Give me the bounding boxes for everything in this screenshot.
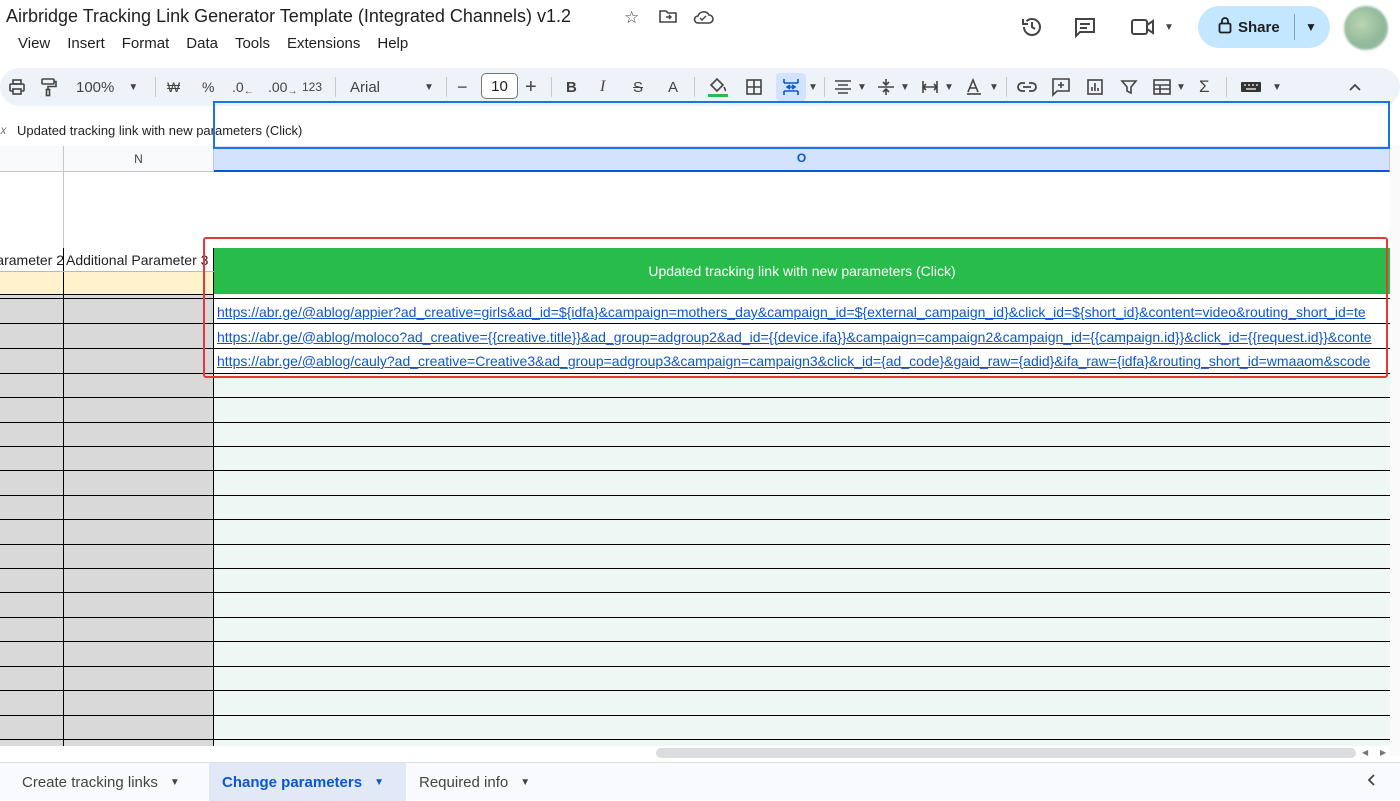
lock-icon [1218, 16, 1232, 39]
print-icon[interactable] [7, 76, 27, 98]
insert-chart-icon[interactable] [1086, 76, 1104, 98]
meet-icon[interactable]: ▼ [1128, 12, 1176, 42]
chevron-down-icon: ▼ [169, 776, 180, 788]
chevron-down-icon: ▼ [374, 776, 384, 788]
selected-cell-border [213, 101, 1390, 149]
tab-create-tracking-links[interactable]: Create tracking links ▼ [0, 763, 192, 801]
decrease-decimal-label: .0 [232, 79, 244, 95]
horizontal-align-icon[interactable]: ▼ [834, 76, 867, 98]
tab-label: Required info [419, 773, 509, 791]
tab-label: Change parameters [222, 773, 363, 791]
chevron-down-icon: ▼ [900, 81, 910, 93]
menu-data[interactable]: Data [186, 35, 218, 52]
table-view-icon[interactable]: ▼ [1152, 76, 1186, 98]
column-header-o[interactable]: O [214, 146, 1390, 172]
menu-tools[interactable]: Tools [235, 35, 270, 52]
gray-column-n[interactable] [64, 295, 214, 746]
zoom-value: 100% [76, 78, 115, 96]
strikethrough-button[interactable]: S [633, 76, 643, 98]
bold-button[interactable]: B [566, 76, 577, 98]
font-select[interactable]: Arial ▼ [350, 76, 434, 98]
menu-extensions[interactable]: Extensions [287, 35, 360, 52]
chevron-down-icon: ▼ [944, 81, 954, 93]
increase-decimal-label: .00 [268, 79, 288, 95]
text-wrapping-icon[interactable]: ▼ [921, 76, 954, 98]
fx-icon: 𝑥 [0, 122, 7, 137]
decrease-decimal-button[interactable]: .0 ← [232, 76, 254, 98]
chevron-down-icon: ▼ [128, 81, 139, 93]
vertical-align-icon[interactable]: ▼ [877, 76, 910, 98]
decrease-font-size-button[interactable]: − [457, 76, 468, 98]
font-value: Arial [350, 78, 381, 96]
filter-icon[interactable] [1120, 76, 1138, 98]
insert-comment-icon[interactable] [1051, 76, 1071, 98]
chevron-down-icon: ▼ [857, 81, 867, 93]
header-label: Additional Parameter 3 [66, 252, 209, 268]
sheet-tabs-bar: Create tracking links ▼ Change parameters… [0, 762, 1400, 801]
spreadsheet-grid[interactable]: N O Parameter 2 Additional Parameter 3 U… [0, 146, 1390, 746]
menu-format[interactable]: Format [122, 35, 170, 52]
chevron-down-icon: ▼ [989, 81, 999, 93]
share-button[interactable]: Share ▼ [1198, 6, 1330, 48]
chevron-down-icon: ▼ [1272, 81, 1282, 93]
arrow-left-icon: ← [243, 85, 254, 97]
increase-font-size-button[interactable]: + [525, 76, 537, 98]
highlight-annotation-box [203, 237, 1388, 378]
header-cell-additional-parameter-3[interactable]: Additional Parameter 3 [64, 248, 214, 272]
zoom-select[interactable]: 100% ▼ [76, 76, 138, 98]
star-icon[interactable]: ☆ [624, 8, 639, 28]
increase-decimal-button[interactable]: .00 → [268, 76, 297, 98]
collapse-toolbar-icon[interactable] [1348, 76, 1362, 98]
cloud-saved-icon[interactable] [692, 9, 714, 30]
scroll-right-icon[interactable]: ▶ [1380, 748, 1386, 757]
move-folder-icon[interactable] [659, 8, 677, 29]
column-header-n[interactable]: N [64, 146, 214, 172]
input-cell[interactable] [0, 272, 64, 294]
chevron-down-icon: ▼ [1176, 81, 1186, 93]
chevron-down-icon: ▼ [520, 776, 531, 788]
input-cell[interactable] [64, 272, 214, 294]
horizontal-scrollbar[interactable] [656, 748, 1356, 758]
input-tools-icon[interactable]: ▼ [1240, 76, 1282, 98]
font-size-input[interactable]: 10 [481, 73, 518, 99]
tab-required-info[interactable]: Required info ▼ [406, 763, 542, 801]
menu-help[interactable]: Help [377, 35, 408, 52]
header-cell-parameter-2[interactable]: Parameter 2 [0, 248, 64, 272]
document-title[interactable]: Airbridge Tracking Link Generator Templa… [6, 6, 571, 27]
avatar[interactable] [1344, 6, 1388, 50]
tab-change-parameters[interactable]: Change parameters ▼ [209, 763, 406, 801]
column-header-m[interactable] [0, 146, 64, 172]
chevron-down-icon: ▼ [424, 81, 434, 93]
insert-link-icon[interactable] [1016, 76, 1038, 98]
merge-cells-button[interactable] [776, 73, 806, 101]
share-options-chevron-icon[interactable]: ▼ [1305, 20, 1317, 34]
share-label: Share [1238, 18, 1280, 36]
arrow-right-icon: → [287, 85, 298, 97]
scroll-left-icon[interactable]: ◀ [1362, 748, 1368, 757]
italic-button[interactable]: I [600, 76, 605, 98]
header-label: Parameter 2 [0, 252, 64, 268]
functions-icon[interactable]: Σ [1199, 76, 1210, 98]
cell[interactable] [0, 172, 64, 246]
borders-icon[interactable] [745, 76, 763, 98]
currency-format-button[interactable]: ₩ [167, 76, 180, 98]
text-color-button[interactable]: A [668, 76, 678, 98]
vertical-scrollbar[interactable] [1390, 146, 1400, 756]
menu-view[interactable]: View [18, 35, 50, 52]
paint-format-icon[interactable] [40, 76, 58, 98]
menu-insert[interactable]: Insert [67, 35, 105, 52]
comments-icon[interactable] [1070, 12, 1100, 42]
more-formats-button[interactable]: 123 [302, 76, 322, 98]
tab-label: Create tracking links [22, 773, 158, 791]
fill-color-icon[interactable] [707, 76, 729, 98]
merge-chevron-icon[interactable]: ▼ [808, 76, 818, 98]
text-rotation-icon[interactable]: ▼ [965, 76, 999, 98]
version-history-icon[interactable] [1017, 12, 1047, 42]
gray-column-m[interactable] [0, 295, 64, 746]
percent-format-button[interactable]: % [202, 76, 214, 98]
sheet-nav-left-icon[interactable] [1366, 773, 1376, 792]
chevron-down-icon: ▼ [1164, 21, 1174, 33]
menu-bar: View Insert Format Data Tools Extensions… [18, 35, 425, 52]
